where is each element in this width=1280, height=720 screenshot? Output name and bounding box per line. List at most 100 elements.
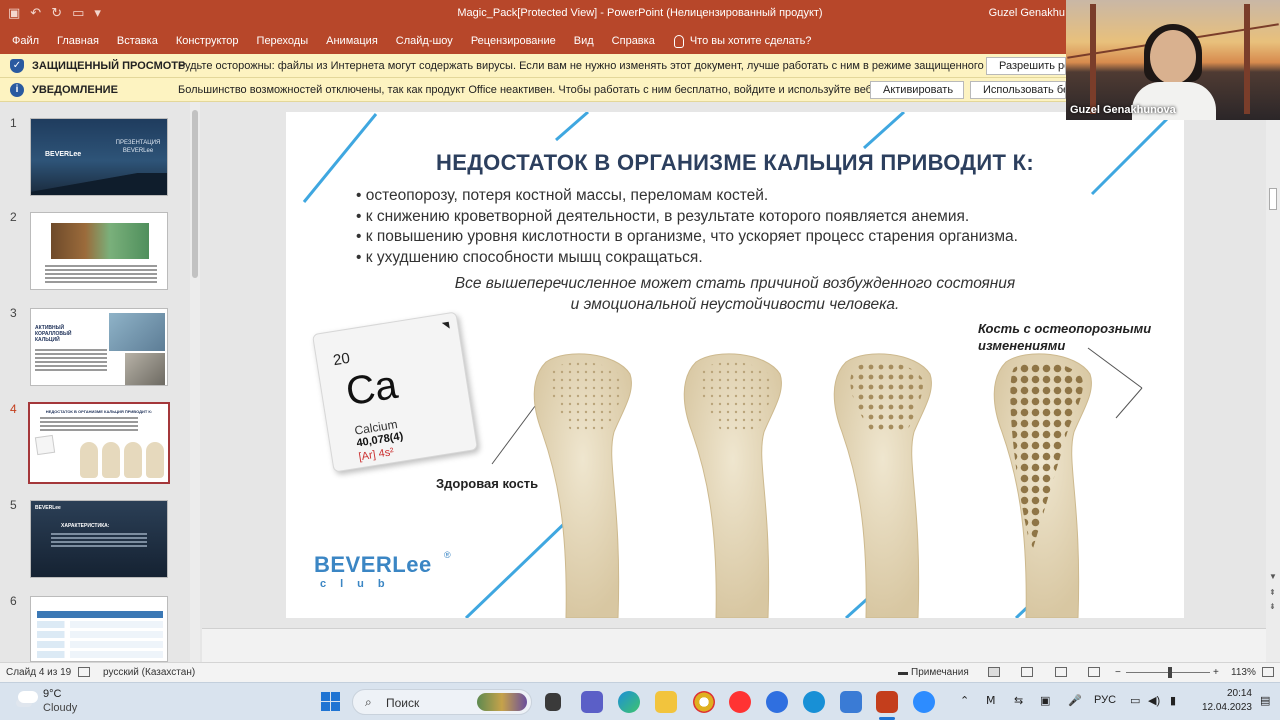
tab-help[interactable]: Справка — [603, 35, 664, 47]
tell-me-box[interactable]: Что вы хотите сделать? — [673, 34, 811, 48]
microphone-icon[interactable]: 🎤 — [1068, 694, 1082, 707]
show-hidden-icons[interactable]: ⌃ — [960, 694, 969, 707]
account-name[interactable]: Guzel Genakhu — [989, 7, 1065, 19]
zoom-meeting-icon[interactable] — [913, 691, 935, 713]
tray-app-icon[interactable]: ⇆ — [1014, 694, 1023, 707]
normal-view-icon[interactable] — [988, 667, 1000, 677]
thumbnail-image — [30, 596, 168, 662]
thumbnail-title: НЕДОСТАТОК В ОРГАНИЗМЕ КАЛЬЦИЯ ПРИВОДИТ … — [45, 409, 153, 414]
scrollbar-thumb[interactable] — [192, 110, 198, 278]
weather-desc[interactable]: Cloudy — [43, 702, 77, 714]
tray-app-icon[interactable]: ▣ — [1040, 694, 1050, 707]
input-language[interactable]: РУС — [1094, 694, 1116, 706]
bullet-item: к ухудшению способности мышц сокращаться… — [356, 248, 1018, 269]
thumbnail-image — [30, 212, 168, 290]
thumbnail-number: 6 — [10, 594, 17, 608]
scrollbar-thumb[interactable] — [1269, 188, 1277, 210]
tab-design[interactable]: Конструктор — [167, 35, 248, 47]
text-lines — [45, 265, 157, 285]
yandex-browser-icon[interactable] — [729, 691, 751, 713]
tab-view[interactable]: Вид — [565, 35, 603, 47]
tab-insert[interactable]: Вставка — [108, 35, 167, 47]
tab-transitions[interactable]: Переходы — [248, 35, 318, 47]
use-free-button[interactable]: Использовать бес — [970, 80, 1066, 99]
comment-icon[interactable]: ▬ — [898, 667, 908, 678]
taskbar-search[interactable]: ⌕ Поиск — [352, 689, 532, 715]
healthy-bone-label: Здоровая кость — [436, 476, 539, 491]
file-explorer-icon[interactable] — [655, 691, 677, 713]
zoom-in-icon[interactable]: + — [1213, 667, 1219, 678]
current-slide[interactable]: НЕДОСТАТОК В ОРГАНИЗМЕ КАЛЬЦИЯ ПРИВОДИТ … — [286, 112, 1184, 618]
notes-toggle[interactable]: Примечания — [911, 667, 969, 678]
edge-icon[interactable] — [618, 691, 640, 713]
slide-canvas-area: НЕДОСТАТОК В ОРГАНИЗМЕ КАЛЬЦИЯ ПРИВОДИТ … — [202, 102, 1266, 662]
activate-button[interactable]: Активировать — [870, 80, 964, 99]
zoom-slider-knob[interactable] — [1168, 667, 1172, 678]
building-photo — [51, 223, 149, 259]
enable-editing-button[interactable]: Разрешить реда — [986, 56, 1066, 75]
atomic-number: 20 — [332, 349, 352, 370]
thumbnail-logo: BEVERLee — [35, 505, 61, 511]
weather-temp[interactable]: 9°C — [43, 688, 61, 700]
participant-name: Guzel Genakhunova — [1070, 104, 1176, 116]
tab-home[interactable]: Главная — [48, 35, 108, 47]
zoom-out-icon[interactable]: − — [1115, 667, 1121, 678]
volume-icon[interactable]: ◀) — [1148, 694, 1160, 707]
participant-face — [1150, 30, 1196, 84]
search-highlight-art — [477, 693, 527, 711]
thumbnail-number: 3 — [10, 306, 17, 320]
spelling-icon[interactable] — [78, 667, 90, 677]
thumbnail-scrollbar[interactable] — [190, 102, 200, 662]
system-clock[interactable]: 20:14 12.04.2023 — [1196, 687, 1252, 715]
cloud-icon[interactable] — [18, 691, 38, 703]
tray-app-icon[interactable]: Ⅿ — [986, 694, 996, 707]
next-slide-icon[interactable]: ⇟ — [1269, 602, 1276, 611]
tab-animations[interactable]: Анимация — [317, 35, 387, 47]
messenger-icon[interactable] — [803, 691, 825, 713]
bullet-item: к повышению уровня кислотности в организ… — [356, 227, 1018, 248]
zoom-level[interactable]: 113% — [1231, 667, 1256, 678]
beverlee-logo: BEVERLee club ® — [314, 550, 451, 590]
video-call-overlay[interactable]: Guzel Genakhunova — [1066, 0, 1280, 120]
zoom-app-icon[interactable] — [766, 691, 788, 713]
calcium-element-card: 20 Ca Calcium 40,078(4) [Ar] 4s² — [311, 311, 479, 473]
chrome-icon[interactable] — [693, 691, 715, 713]
task-view-icon[interactable] — [545, 693, 561, 711]
start-button[interactable] — [321, 692, 341, 712]
shield-icon: ✓ — [10, 58, 24, 73]
text-lines — [35, 349, 107, 373]
battery-icon[interactable]: ▮ — [1170, 694, 1176, 707]
bridge-tower — [1090, 4, 1096, 114]
thumbnail-title: АКТИВНЫЙ КОРАЛЛОВЫЙ КАЛЬЦИЙ — [35, 325, 72, 343]
tab-slideshow[interactable]: Слайд-шоу — [387, 35, 462, 47]
corner-triangle — [441, 321, 450, 330]
slide-sorter-icon[interactable] — [1021, 667, 1033, 677]
slide-scrollbar[interactable]: ▲ ▼ ⇞ ⇟ — [1266, 102, 1280, 662]
slideshow-icon[interactable] — [1088, 667, 1100, 677]
registered-mark: ® — [444, 550, 451, 560]
clock-date: 12.04.2023 — [1201, 702, 1252, 713]
bone-mini — [124, 442, 142, 478]
summary-line: Все вышеперечисленное может стать причин… — [454, 275, 1016, 292]
tab-review[interactable]: Рецензирование — [462, 35, 565, 47]
powerpoint-icon[interactable] — [876, 691, 898, 713]
monitor-icon[interactable]: ▭ — [1130, 694, 1140, 707]
slide-counter: Слайд 4 из 19 — [6, 667, 72, 678]
element-symbol: Ca — [343, 362, 401, 415]
fit-slide-icon[interactable] — [1262, 667, 1274, 677]
logo-subtext: club — [320, 578, 399, 590]
notification-icon[interactable]: ▤ — [1260, 694, 1270, 707]
teams-icon[interactable] — [581, 691, 603, 713]
notes-pane[interactable] — [202, 628, 1266, 662]
clock-time: 20:14 — [1226, 688, 1252, 699]
reading-view-icon[interactable] — [1055, 667, 1067, 677]
summary-line: и эмоциональной неустойчивости человека. — [570, 295, 900, 313]
lab-photo — [109, 313, 165, 351]
previous-slide-icon[interactable]: ⇞ — [1269, 588, 1276, 597]
bullet-list: остеопорозу, потеря костной массы, перел… — [356, 186, 1018, 269]
language-indicator[interactable]: русский (Казахстан) — [103, 667, 195, 678]
tab-file[interactable]: Файл — [12, 35, 48, 47]
thumbnail-title: ХАРАКТЕРИСТИКА: — [61, 523, 110, 529]
app-p-icon[interactable] — [840, 691, 862, 713]
scroll-down-icon[interactable]: ▼ — [1269, 572, 1277, 581]
